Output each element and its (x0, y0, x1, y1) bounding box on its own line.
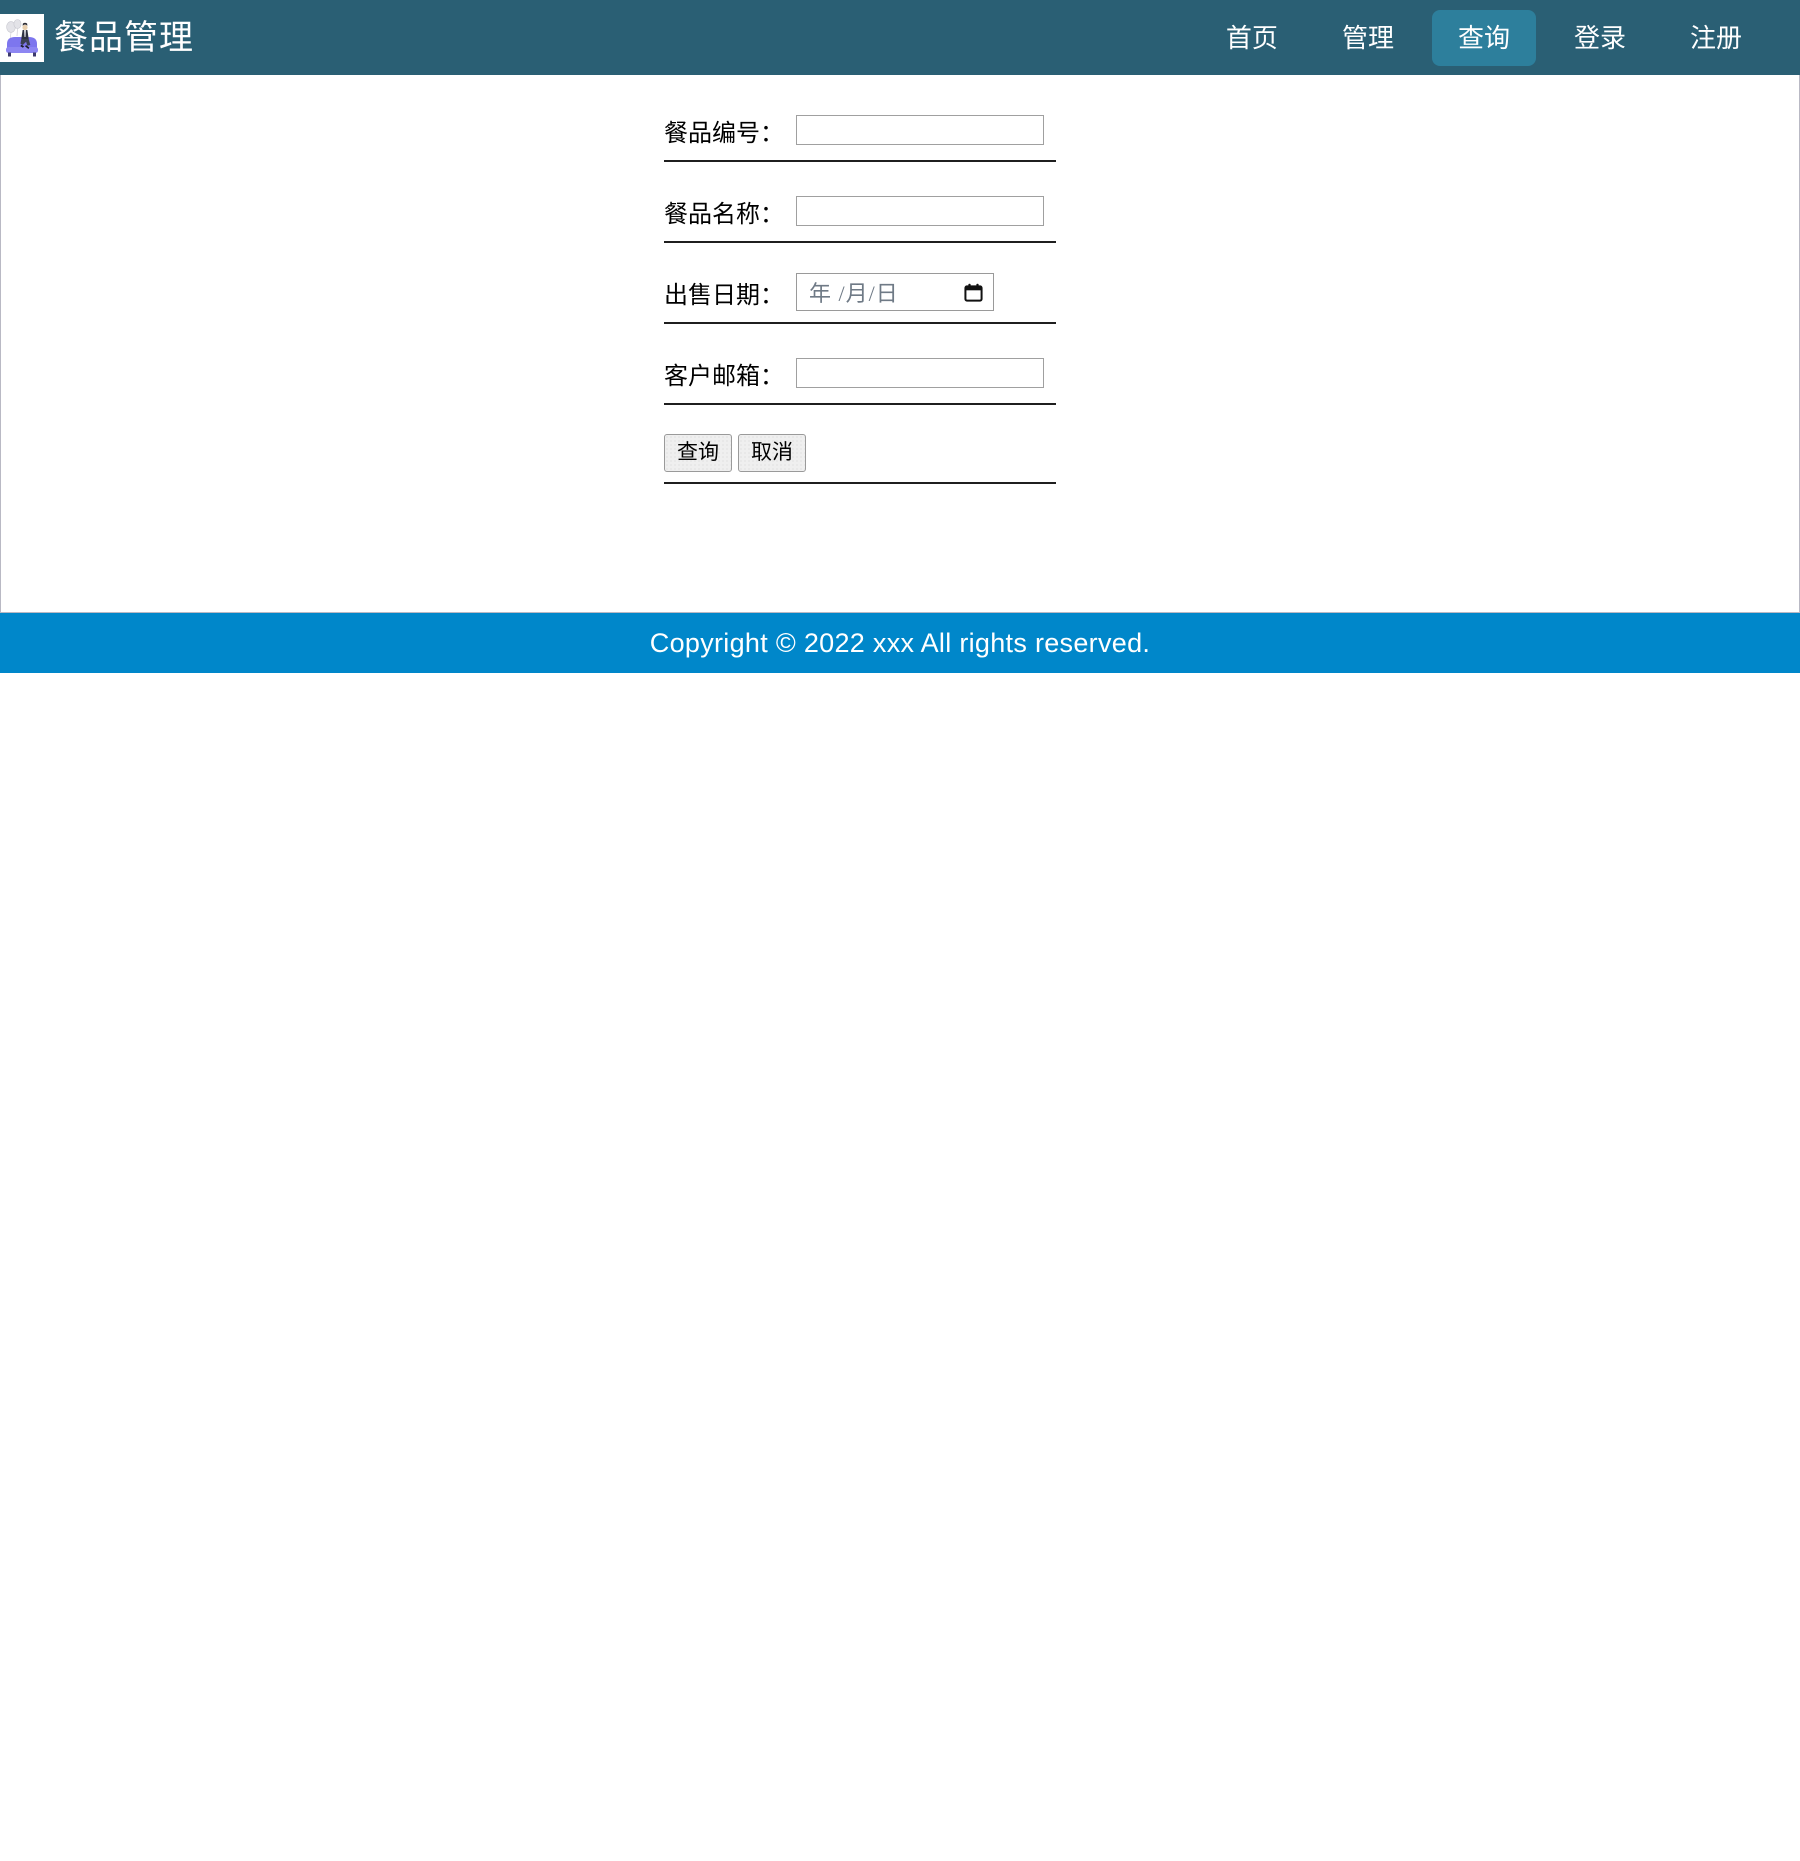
copyright-text: Copyright © 2022 xxx All rights reserved… (649, 627, 1151, 658)
label-sale-date: 出售日期： (664, 281, 784, 309)
label-dish-id: 餐品编号： (664, 119, 784, 147)
brand-title: 餐品管理 (54, 18, 194, 57)
field-line: 餐品编号： (664, 100, 1134, 160)
field-line: 出售日期： 年 /月/日 (664, 262, 1134, 322)
brand[interactable]: 餐品管理 (0, 0, 194, 75)
input-dish-id[interactable] (796, 115, 1044, 145)
query-button[interactable]: 查询 (664, 434, 732, 472)
label-dish-name: 餐品名称： (664, 200, 784, 228)
row-spacer (664, 162, 1134, 181)
input-sale-date[interactable]: 年 /月/日 (796, 273, 994, 311)
label-customer-email: 客户邮箱： (664, 362, 784, 390)
form-row-customer-email: 客户邮箱： (664, 343, 1134, 424)
row-divider (664, 482, 1056, 484)
field-line: 客户邮箱： (664, 343, 1134, 403)
calendar-icon[interactable] (964, 283, 983, 302)
nav-item-login[interactable]: 登录 (1548, 10, 1652, 66)
cancel-button[interactable]: 取消 (738, 434, 806, 472)
nav-item-query[interactable]: 查询 (1431, 9, 1536, 66)
row-spacer (664, 243, 1134, 262)
input-customer-email[interactable] (796, 358, 1044, 388)
row-spacer (664, 405, 1134, 424)
field-line: 餐品名称： (664, 181, 1134, 241)
row-spacer (664, 324, 1134, 343)
nav-item-manage[interactable]: 管理 (1316, 10, 1420, 66)
form-row-actions: 查询 取消 (664, 424, 1134, 484)
nav-menu: 首页 管理 查询 登录 注册 (1194, 0, 1800, 75)
person-on-sofa-logo-icon (0, 13, 44, 62)
date-placeholder: 年 /月/日 (809, 281, 899, 306)
nav-item-register[interactable]: 注册 (1664, 10, 1768, 66)
input-dish-name[interactable] (796, 196, 1044, 226)
form-row-dish-name: 餐品名称： (664, 181, 1134, 262)
nav-item-home[interactable]: 首页 (1200, 10, 1304, 66)
query-form: 餐品编号： 餐品名称： 出售日期： 年 /月/日 客户邮箱： 查询 取消 (664, 100, 1134, 484)
form-row-sale-date: 出售日期： 年 /月/日 (664, 262, 1134, 343)
button-group: 查询 取消 (664, 424, 1134, 482)
page-footer: Copyright © 2022 xxx All rights reserved… (0, 613, 1800, 673)
form-row-dish-id: 餐品编号： (664, 100, 1134, 181)
top-navbar: 餐品管理 首页 管理 查询 登录 注册 (0, 0, 1800, 75)
main-content: 餐品编号： 餐品名称： 出售日期： 年 /月/日 客户邮箱： 查询 取消 (0, 75, 1800, 613)
